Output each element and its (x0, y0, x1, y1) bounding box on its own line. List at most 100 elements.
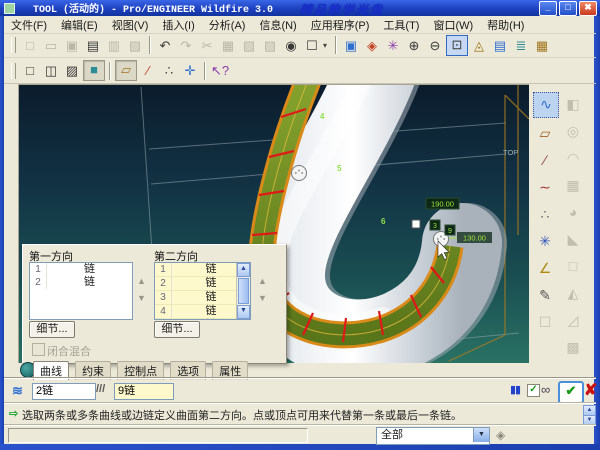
sweep-tool-icon[interactable]: ◠ (561, 146, 585, 170)
undo-icon[interactable]: ↶ (155, 36, 175, 55)
coordinate-system-tool-icon[interactable]: ✳ (533, 229, 557, 253)
drag-handle[interactable] (291, 165, 307, 181)
blend-tool-icon[interactable]: ▦ (561, 173, 585, 197)
paste-special-icon[interactable]: ▨ (260, 36, 280, 55)
copy-icon[interactable]: ▦ (218, 36, 238, 55)
no-hidden-icon[interactable]: ▨ (62, 61, 82, 80)
move-up-arrow-icon[interactable]: ▲ (135, 275, 148, 288)
select-box-icon[interactable]: ☐ (302, 36, 322, 55)
close-button[interactable]: ✖ (579, 1, 597, 16)
zoom-out-icon[interactable]: ⊖ (425, 36, 445, 55)
menu-info[interactable]: 信息(N) (252, 16, 303, 34)
cut-icon[interactable]: ✂ (197, 36, 217, 55)
wireframe-icon[interactable]: □ (20, 61, 40, 80)
datum-axes-toggle-icon[interactable]: ∕ (138, 61, 158, 80)
analysis-tool-icon[interactable]: ∠ (533, 256, 557, 280)
select-box-caret-icon[interactable]: ▾ (323, 41, 331, 50)
extrude-tool-icon[interactable]: ◧ (561, 92, 585, 116)
first-direction-field[interactable] (32, 383, 96, 400)
menu-edit[interactable]: 编辑(E) (54, 16, 105, 34)
list-item[interactable]: 2 链 (30, 276, 132, 289)
layers-icon[interactable]: ≣ (511, 36, 531, 55)
use-edge-tool-icon[interactable]: ☐ (533, 310, 557, 334)
menu-insert[interactable]: 插入(I) (155, 16, 201, 34)
selection-filter-combo[interactable]: 全部 ▼ (376, 427, 490, 445)
scroll-thumb[interactable] (238, 278, 249, 304)
scroll-up-icon[interactable]: ▲ (237, 263, 250, 277)
minimize-button[interactable]: _ (539, 1, 557, 16)
closed-blend-checkbox[interactable] (32, 343, 45, 356)
maximize-button[interactable]: □ (559, 1, 577, 16)
shaded-icon[interactable]: ■ (83, 60, 105, 81)
pause-icon[interactable]: ▮▮ (510, 383, 521, 396)
csys-toggle-icon[interactable]: ✛ (180, 61, 200, 80)
sketch-tool-icon[interactable]: ✎ (533, 283, 557, 307)
redo-icon[interactable]: ↷ (176, 36, 196, 55)
send-email-icon[interactable]: ▧ (125, 36, 145, 55)
second-direction-list[interactable]: 1链 2链 3链 4链 5链 ▲ ▼ (154, 262, 251, 320)
second-details-button[interactable]: 细节... (154, 321, 200, 338)
list-scrollbar[interactable]: ▲ ▼ (236, 263, 250, 319)
round-tool-icon[interactable]: ◕ (561, 200, 585, 224)
combo-arrow-icon[interactable]: ▼ (473, 428, 489, 442)
menu-bar: 文件(F) 编辑(E) 视图(V) 插入(I) 分析(A) 信息(N) 应用程序… (4, 16, 596, 34)
menu-window[interactable]: 窗口(W) (426, 16, 480, 34)
scroll-down-icon[interactable]: ▼ (237, 305, 250, 319)
preview-checkbox[interactable]: ✓ (527, 384, 540, 397)
toolbar-grip[interactable] (11, 62, 16, 79)
new-file-icon[interactable]: □ (20, 36, 40, 55)
menu-tools[interactable]: 工具(T) (376, 16, 426, 34)
spin-center-icon[interactable]: ✳ (383, 36, 403, 55)
rib-tool-icon[interactable]: ◭ (561, 281, 585, 305)
move-up-arrow-icon[interactable]: ▲ (256, 275, 269, 288)
second-direction-field[interactable] (114, 383, 174, 400)
first-direction-list[interactable]: 1 链 2 链 (29, 262, 133, 320)
open-file-icon[interactable]: ▭ (41, 36, 61, 55)
preview-glasses-icon[interactable]: ∞ (541, 382, 550, 397)
datum-axis-tool-icon[interactable]: ∕ (533, 148, 557, 172)
print-setup-icon[interactable]: ▥ (104, 36, 124, 55)
menu-view[interactable]: 视图(V) (105, 16, 156, 34)
square-handle[interactable] (411, 219, 421, 229)
refit-icon[interactable]: ⊡ (446, 34, 468, 56)
reorient-view-icon[interactable]: ◬ (469, 36, 489, 55)
boundary-blend-tool-icon[interactable]: ∿ (533, 92, 559, 118)
datum-point-tool-icon[interactable]: ∴ (533, 202, 557, 226)
move-down-arrow-icon[interactable]: ▼ (135, 292, 148, 305)
main-toolbar: □ ▭ ▣ ▤ ▥ ▧ ↶ ↷ ✂ ▦ ▧ ▨ ◉ ☐ ▾ ▣ ◈ ✳ ⊕ ⊖ … (4, 33, 596, 58)
menu-analysis[interactable]: 分析(A) (202, 16, 253, 34)
menu-applications[interactable]: 应用程序(P) (304, 16, 377, 34)
zoom-in-icon[interactable]: ⊕ (404, 36, 424, 55)
ok-button[interactable]: ✔ (558, 381, 584, 404)
find-icon[interactable]: ◉ (281, 36, 301, 55)
view-manager-icon[interactable]: ▦ (532, 36, 552, 55)
draft-tool-icon[interactable]: ◿ (561, 308, 585, 332)
list-item[interactable]: 1 链 (30, 263, 132, 276)
toolbar-grip[interactable] (11, 37, 16, 53)
orient-mode-icon[interactable]: ◈ (362, 36, 382, 55)
paste-icon[interactable]: ▧ (239, 36, 259, 55)
hidden-line-icon[interactable]: ◫ (41, 61, 61, 80)
context-help-icon[interactable]: ↖? (210, 61, 230, 80)
pattern-tool-icon[interactable]: ▩ (561, 335, 585, 359)
chamfer-tool-icon[interactable]: ◣ (561, 227, 585, 251)
menu-help[interactable]: 帮助(H) (480, 16, 531, 34)
menu-file[interactable]: 文件(F) (4, 16, 54, 34)
curve-tool-icon[interactable]: ∼ (533, 175, 557, 199)
title-bar[interactable]: TOOL (活动的) - Pro/ENGINEER Wildfire 3.0 精… (0, 0, 600, 17)
datum-points-toggle-icon[interactable]: ∴ (159, 61, 179, 80)
move-down-arrow-icon[interactable]: ▼ (256, 292, 269, 305)
saved-views-icon[interactable]: ▤ (490, 36, 510, 55)
datum-plane-tool-icon[interactable]: ▱ (533, 121, 557, 145)
repaint-icon[interactable]: ▣ (341, 36, 361, 55)
cancel-button[interactable]: ✘ (584, 380, 597, 400)
list-item[interactable]: 5链 (155, 319, 250, 320)
datum-planes-toggle-icon[interactable]: ▱ (115, 60, 137, 81)
first-details-button[interactable]: 细节... (29, 321, 75, 338)
shell-tool-icon[interactable]: □ (561, 254, 585, 278)
revolve-tool-icon[interactable]: ◎ (561, 119, 585, 143)
solid-feature-toolbar: ◧ ◎ ◠ ▦ ◕ ◣ □ ◭ ◿ ▩ (561, 92, 585, 359)
save-file-icon[interactable]: ▣ (62, 36, 82, 55)
row-index: 1 (30, 263, 47, 276)
print-icon[interactable]: ▤ (83, 36, 103, 55)
